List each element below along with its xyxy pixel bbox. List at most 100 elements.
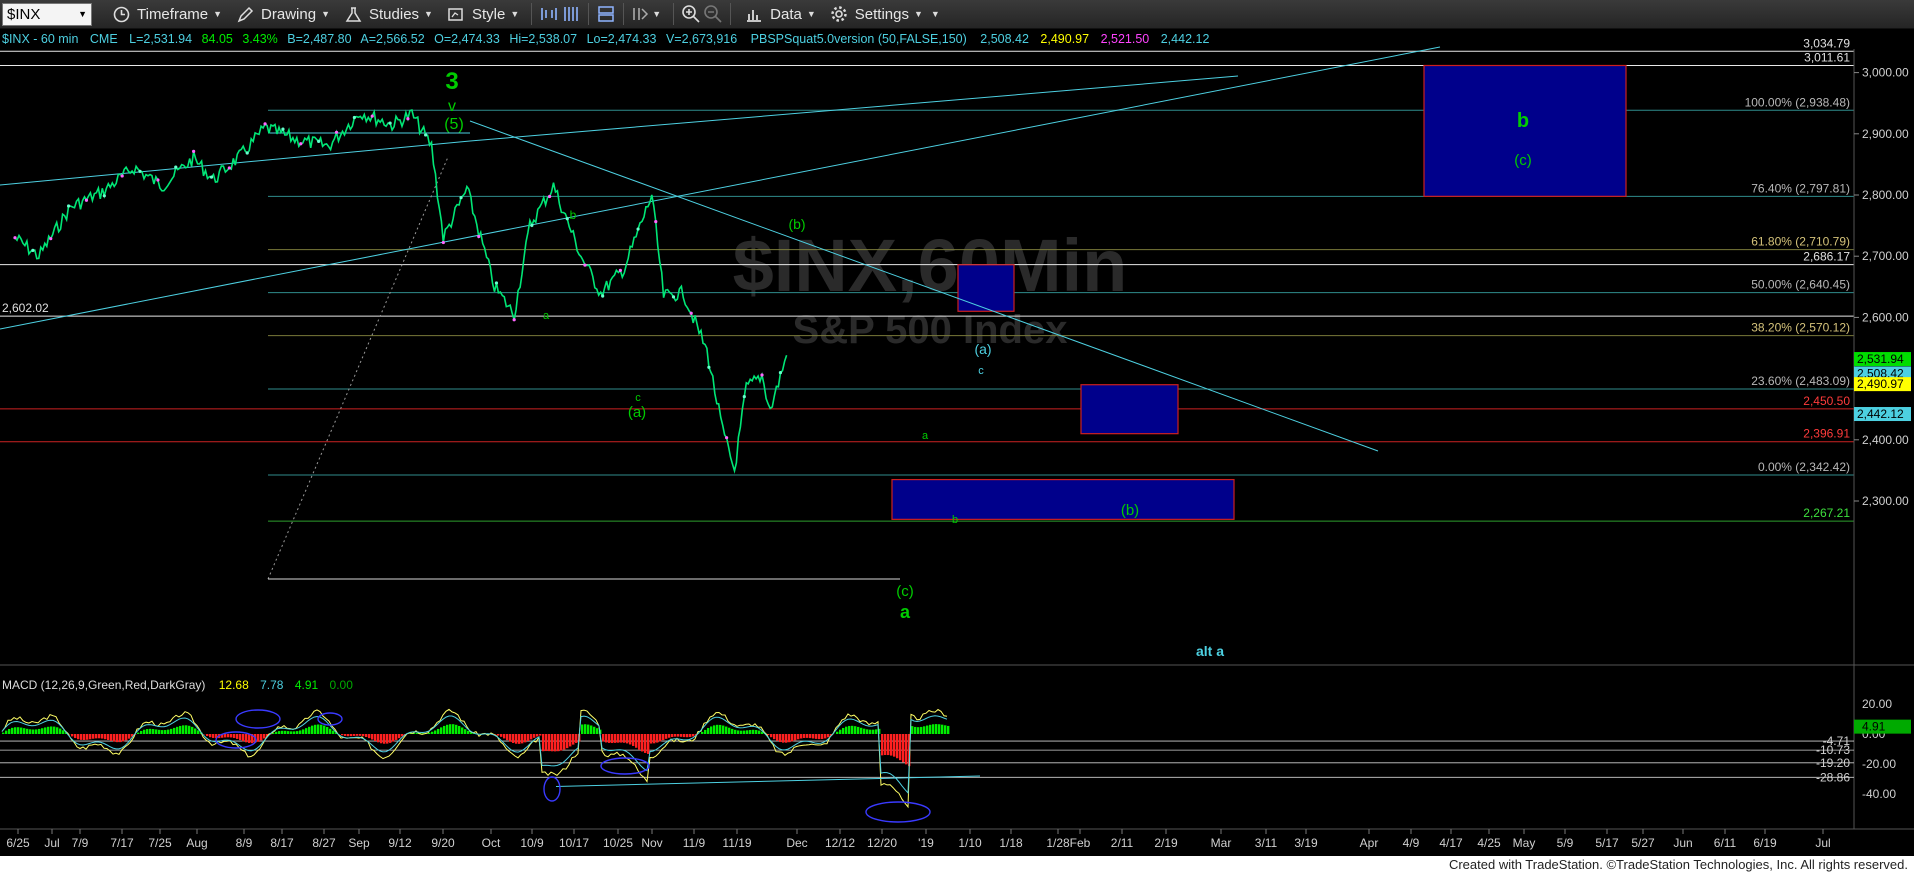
price-marker [31,248,35,252]
chevron-down-icon[interactable]: ▼ [78,9,87,19]
macd-histogram-bar [392,734,395,742]
macd-histogram-bar [458,725,461,734]
macd-axis-label: 20.00 [1862,697,1892,711]
price-badge-label: 2,442.12 [1857,407,1904,421]
macd-histogram-bar [887,734,890,756]
macd-value-3: 4.91 [295,678,319,692]
macd-badge-label: 4.91 [1862,720,1886,734]
macd-histogram-bar [14,727,17,734]
macd-histogram-bar [515,734,518,744]
clock-icon [110,3,132,25]
settings-button[interactable]: Settings ▼ [822,2,929,26]
toolbar-divider [531,3,533,25]
macd-histogram-bar [500,734,503,737]
macd-histogram-bar [569,734,572,747]
macd-histogram-bar [692,734,695,737]
macd-histogram-bar [893,734,896,757]
bar-spacing-icon[interactable] [538,3,560,25]
macd-histogram-bar [146,729,149,734]
time-axis-label: 3/11 [1255,836,1278,850]
time-axis-label: 1/28 [1046,836,1070,850]
toolbar-overflow-icon[interactable]: ▼ [931,9,940,19]
studies-button[interactable]: Studies ▼ [336,2,439,26]
macd-histogram-bar [293,731,296,734]
price-marker [281,127,285,131]
macd-histogram-bar [362,734,365,737]
macd-histogram-bar [662,734,665,741]
price-axis-label: 2,900.00 [1862,127,1909,141]
macd-histogram-bar [608,734,611,743]
macd-histogram-bar [521,734,524,744]
macd-histogram-bar [332,730,335,734]
style-button[interactable]: Style ▼ [439,2,525,26]
macd-histogram-bar [35,729,38,734]
timeframe-button[interactable]: Timeframe ▼ [104,2,228,26]
symbol-input[interactable]: $INX ▼ [2,2,92,26]
macd-histogram-bar [50,726,53,734]
macd-histogram-bar [725,726,728,734]
macd-histogram-bar [296,731,299,734]
settings-label: Settings [854,5,909,23]
price-marker [654,220,658,224]
zoom-out-icon[interactable] [702,3,724,25]
price-axis-label: 2,300.00 [1862,494,1909,508]
drawing-button[interactable]: Drawing ▼ [228,2,336,26]
macd-histogram-bar [581,724,584,734]
macd-histogram-bar [731,728,734,734]
macd-histogram-bar [824,734,827,739]
macd-histogram-bar [596,728,599,734]
price-marker [120,174,124,178]
data-button[interactable]: Data ▼ [737,2,822,26]
target-box [957,264,1015,312]
macd-histogram-bar [794,734,797,741]
macd-histogram-bar [647,734,650,754]
time-axis-label: 9/20 [431,836,455,850]
chart-canvas[interactable]: $INX - 60 min CME L=2,531.94 84.05 3.43%… [0,29,1914,856]
macd-histogram-bar [629,734,632,745]
macd-histogram-bar [929,724,932,734]
macd-histogram-bar [176,726,179,734]
macd-histogram-bar [674,734,677,737]
macd-histogram-bar [56,727,59,734]
cursor-mode-icon[interactable] [630,3,652,25]
macd-histogram-bar [815,734,818,739]
time-axis-label: 10/17 [559,836,589,850]
macd-histogram-bar [932,724,935,734]
macd-histogram-bar [524,734,527,743]
header-indicator-value-4: 2,442.12 [1161,32,1210,46]
macd-histogram-bar [851,725,854,734]
macd-histogram-bar [437,728,440,734]
macd-value-1: 12.68 [219,678,249,692]
macd-histogram-bar [497,734,500,736]
wave-label: (b) [1121,502,1139,519]
macd-histogram-bar [155,729,158,734]
layout-icon[interactable] [595,3,617,25]
header-ask: A=2,566.52 [360,32,424,46]
zoom-in-icon[interactable] [680,3,702,25]
macd-histogram-bar [38,728,41,734]
macd-histogram-bar [545,734,548,752]
macd-histogram-bar [860,727,863,734]
macd-histogram-bar [800,734,803,739]
macd-histogram-bar [626,734,629,744]
time-axis-label: 3/19 [1294,836,1318,850]
price-marker [156,178,160,182]
time-axis-label: 4/25 [1477,836,1501,850]
macd-histogram-bar [527,734,530,741]
caret-down-icon: ▼ [510,9,520,19]
bar-compress-icon[interactable] [560,3,582,25]
macd-histogram-bar [47,726,50,734]
macd-histogram-bar [680,734,683,737]
macd-histogram-bar [284,730,287,734]
macd-histogram-bar [236,734,239,739]
macd-histogram-bar [383,734,386,744]
macd-histogram-bar [518,734,521,744]
macd-histogram-bar [734,729,737,734]
price-marker [352,115,356,120]
macd-histogram-bar [128,734,131,739]
price-marker [174,165,178,169]
macd-histogram-bar [668,734,671,738]
macd-histogram-bar [785,734,788,743]
caret-down-icon[interactable]: ▼ [652,9,661,19]
header-low: Lo=2,474.33 [587,32,657,46]
